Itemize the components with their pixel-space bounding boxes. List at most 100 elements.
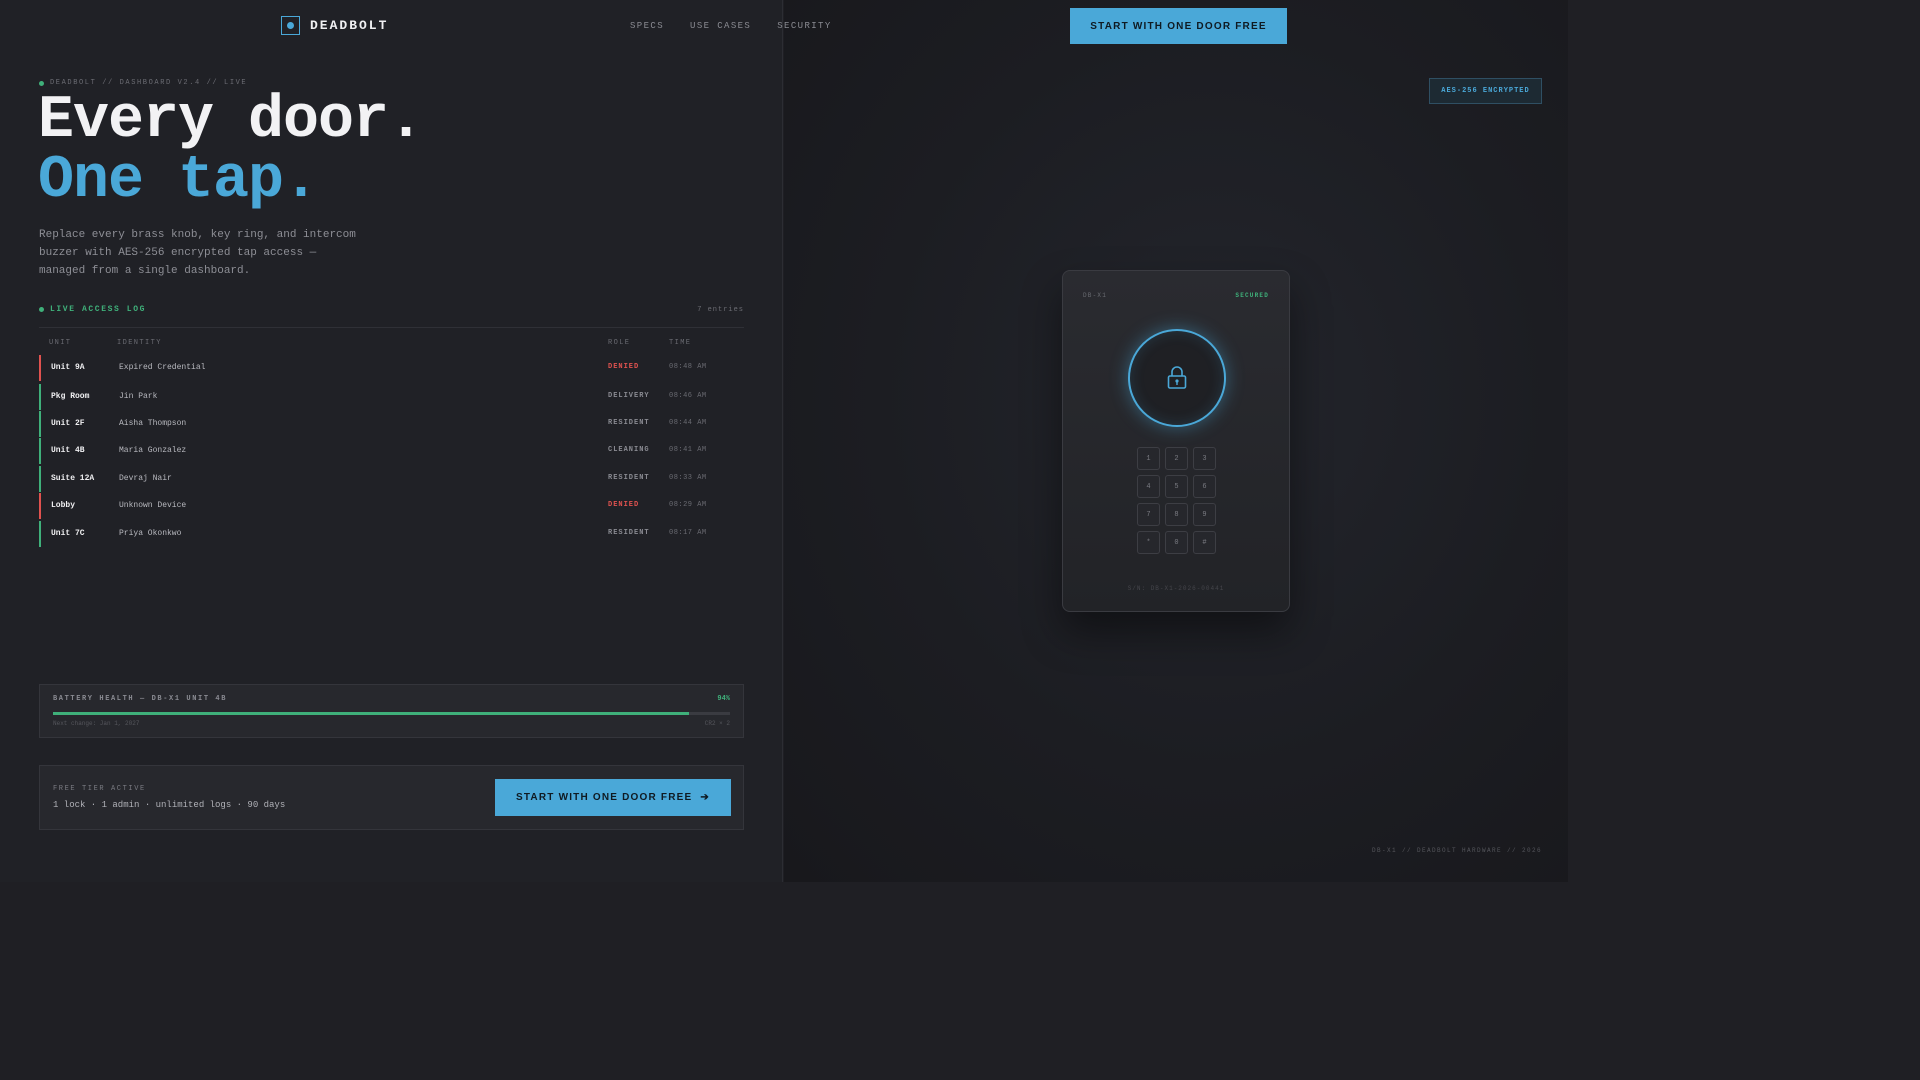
col-head-identity: IDENTITY — [117, 339, 162, 347]
access-log-header: LIVE ACCESS LOG 7 entries — [39, 305, 744, 314]
live-dot-icon — [39, 80, 44, 86]
row-time: 08:46 AM — [669, 392, 707, 400]
hardware-footer: DB-X1 // DEADBOLT HARDWARE // 2026 — [1371, 847, 1542, 854]
status-bar — [39, 411, 41, 437]
hero-title-line1: Every door. — [38, 87, 424, 155]
row-role: RESIDENT — [608, 529, 650, 537]
divider — [39, 327, 744, 328]
battery-percent: 94% — [717, 695, 730, 703]
device-serial: S/N: DB-X1-2026-00441 — [1127, 585, 1225, 592]
access-log-count: 7 entries — [697, 305, 744, 314]
row-identity: Priya Okonkwo — [119, 529, 182, 538]
row-identity: Expired Credential — [119, 363, 206, 372]
row-unit: Unit 7C — [51, 529, 85, 538]
battery-next-change: Next change: Jan 1, 2027 — [53, 720, 140, 727]
brand-name: DEADBOLT — [310, 18, 389, 33]
table-row[interactable]: Unit 2F Aisha Thompson RESIDENT 08:44 AM — [39, 411, 744, 437]
hero-title-line2: One tap. — [38, 147, 319, 215]
free-tier-label: FREE TIER ACTIVE — [53, 785, 146, 793]
row-unit: Suite 12A — [51, 474, 95, 483]
table-row[interactable]: Suite 12A Devraj Nair RESIDENT 08:33 AM — [39, 466, 744, 492]
encryption-badge: AES-256 ENCRYPTED — [1429, 78, 1542, 104]
keypad: 1 2 3 4 5 6 7 8 9 * 0 # — [1137, 447, 1216, 554]
status-bar — [39, 493, 41, 519]
breadcrumb: DEADBOLT // DASHBOARD V2.4 // LIVE — [39, 79, 247, 87]
tap-ring[interactable] — [1128, 329, 1226, 427]
row-identity: Unknown Device — [119, 501, 187, 510]
row-time: 08:33 AM — [669, 474, 707, 482]
lock-icon — [1167, 366, 1187, 389]
key-star[interactable]: * — [1137, 531, 1160, 554]
free-tier-cta-button[interactable]: START WITH ONE DOOR FREE ➔ — [495, 779, 731, 816]
device-status: SECURED — [1235, 292, 1269, 299]
key-3[interactable]: 3 — [1193, 447, 1216, 470]
row-identity: Maria Gonzalez — [119, 446, 187, 455]
device-model: DB-X1 — [1083, 292, 1108, 299]
row-unit: Lobby — [51, 501, 76, 510]
access-log-title-text: LIVE ACCESS LOG — [50, 305, 147, 314]
row-time: 08:17 AM — [669, 529, 707, 537]
status-bar — [39, 438, 41, 464]
table-row[interactable]: Unit 4B Maria Gonzalez CLEANING 08:41 AM — [39, 438, 744, 464]
key-1[interactable]: 1 — [1137, 447, 1160, 470]
key-2[interactable]: 2 — [1165, 447, 1188, 470]
key-7[interactable]: 7 — [1137, 503, 1160, 526]
lock-device: DB-X1 SECURED 1 2 3 4 5 6 7 8 9 * 0 # S/… — [1062, 270, 1290, 612]
col-head-unit: UNIT — [49, 339, 72, 347]
row-identity: Jin Park — [119, 392, 158, 401]
row-unit: Pkg Room — [51, 392, 90, 401]
hero-lede: Replace every brass knob, key ring, and … — [39, 229, 356, 277]
row-unit: Unit 4B — [51, 446, 85, 455]
row-unit: Unit 9A — [51, 363, 85, 372]
key-hash[interactable]: # — [1193, 531, 1216, 554]
free-tier-cta-label: START WITH ONE DOOR FREE — [516, 792, 693, 803]
row-time: 08:29 AM — [669, 501, 707, 509]
row-time: 08:48 AM — [669, 363, 707, 371]
row-role: DENIED — [608, 501, 640, 509]
header-cta-button[interactable]: START WITH ONE DOOR FREE — [1070, 8, 1287, 44]
row-unit: Unit 2F — [51, 419, 85, 428]
row-role: DENIED — [608, 363, 640, 371]
nav-specs[interactable]: SPECS — [630, 21, 664, 31]
access-log-title: LIVE ACCESS LOG — [39, 305, 146, 314]
brand-logo[interactable]: DEADBOLT — [281, 16, 388, 35]
logo-icon — [281, 16, 300, 35]
row-identity: Devraj Nair — [119, 474, 172, 483]
free-tier-card: FREE TIER ACTIVE 1 lock · 1 admin · unli… — [39, 765, 744, 830]
row-role: CLEANING — [608, 446, 650, 454]
arrow-right-icon: ➔ — [700, 792, 710, 803]
row-role: RESIDENT — [608, 419, 650, 427]
status-bar — [39, 355, 41, 381]
col-head-time: TIME — [669, 339, 692, 347]
key-0[interactable]: 0 — [1165, 531, 1188, 554]
battery-health-card: BATTERY HEALTH — DB-X1 UNIT 4B 94% Next … — [39, 684, 744, 738]
nav-use-cases[interactable]: USE CASES — [690, 21, 751, 31]
key-8[interactable]: 8 — [1165, 503, 1188, 526]
nav-security[interactable]: SECURITY — [777, 21, 831, 31]
table-row[interactable]: Lobby Unknown Device DENIED 08:29 AM — [39, 493, 744, 519]
row-role: RESIDENT — [608, 474, 650, 482]
row-identity: Aisha Thompson — [119, 419, 187, 428]
key-5[interactable]: 5 — [1165, 475, 1188, 498]
status-bar — [39, 521, 41, 547]
top-nav: SPECS USE CASES SECURITY — [630, 21, 832, 31]
battery-progress-bar — [53, 712, 730, 715]
key-9[interactable]: 9 — [1193, 503, 1216, 526]
breadcrumb-text: DEADBOLT // DASHBOARD V2.4 // LIVE — [50, 79, 248, 87]
table-row[interactable]: Unit 7C Priya Okonkwo RESIDENT 08:17 AM — [39, 521, 744, 547]
row-role: DELIVERY — [608, 392, 650, 400]
row-time: 08:41 AM — [669, 446, 707, 454]
table-row[interactable]: Unit 9A Expired Credential DENIED 08:48 … — [39, 355, 744, 381]
table-row[interactable]: Pkg Room Jin Park DELIVERY 08:46 AM — [39, 384, 744, 410]
status-bar — [39, 384, 41, 410]
battery-progress-fill — [53, 712, 690, 715]
battery-cells: CR2 × 2 — [704, 720, 730, 727]
free-tier-description: 1 lock · 1 admin · unlimited logs · 90 d… — [53, 800, 286, 810]
key-6[interactable]: 6 — [1193, 475, 1216, 498]
row-time: 08:44 AM — [669, 419, 707, 427]
battery-title: BATTERY HEALTH — DB-X1 UNIT 4B — [53, 695, 228, 703]
key-4[interactable]: 4 — [1137, 475, 1160, 498]
col-head-role: ROLE — [608, 339, 631, 347]
live-dot-icon — [39, 307, 44, 312]
status-bar — [39, 466, 41, 492]
